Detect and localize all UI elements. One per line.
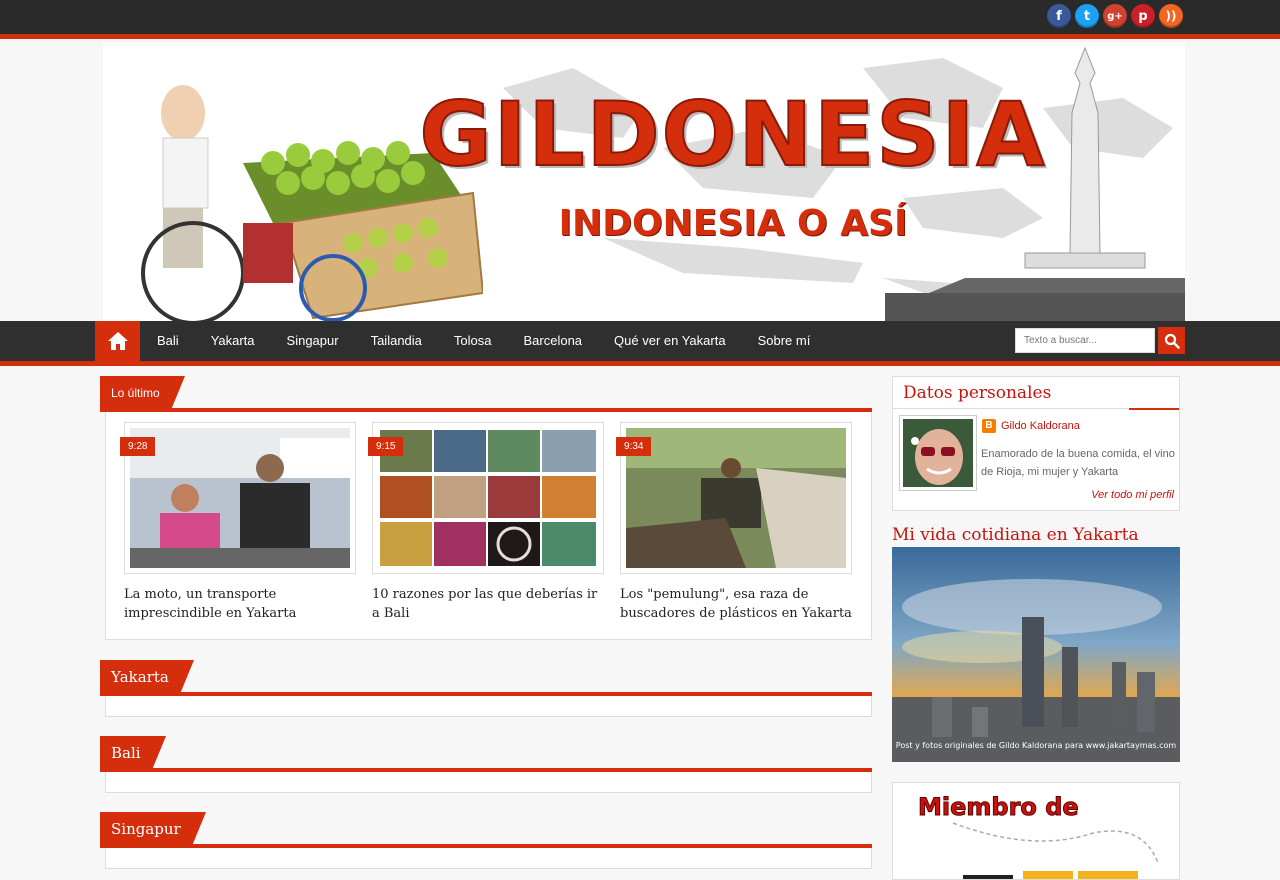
facebook-icon[interactable]: f [1047, 4, 1071, 28]
vida-widget-title: Mi vida cotidiana en Yakarta [892, 525, 1139, 545]
nav-item-sobre-mi[interactable]: Sobre mí [742, 321, 827, 361]
profile-link[interactable]: Ver todo mi perfil [1091, 489, 1174, 501]
post-thumbnail[interactable]: 9:28 [120, 422, 356, 574]
header-banner[interactable]: GILDONESIA INDONESIA O ASÍ [103, 43, 1185, 321]
jakarta-skyline-photo [892, 547, 1180, 762]
nav-item-tolosa[interactable]: Tolosa [438, 321, 508, 361]
yakarta-box [105, 694, 872, 717]
main-nav: Bali Yakarta Singapur Tailandia Tolosa B… [0, 321, 1280, 361]
site-subtitle: INDONESIA O ASÍ [558, 203, 908, 244]
section-title-singapur: Singapur [100, 812, 206, 846]
post-card[interactable]: 9:15 10 razones por las que deberías ir … [368, 422, 604, 623]
post-card[interactable]: 9:28 La moto, un transporte imprescindib… [120, 422, 356, 623]
post-title[interactable]: 10 razones por las que deberías ir a Bal… [372, 585, 604, 623]
section-line [100, 768, 872, 772]
avatar-image [903, 419, 973, 487]
post-time-badge: 9:28 [120, 437, 156, 456]
post-card[interactable]: 9:34 Los "pemulung", esa raza de buscado… [616, 422, 852, 623]
post-title[interactable]: Los "pemulung", esa raza de buscadores d… [620, 585, 852, 623]
search-button[interactable] [1158, 327, 1185, 354]
top-bar: f t g+ p )) [0, 0, 1280, 34]
post-image-pemulung [626, 428, 846, 568]
profile-name[interactable]: Gildo Kaldorana [1001, 420, 1080, 432]
vida-image[interactable]: Post y fotos originales de Gildo Kaldora… [892, 547, 1180, 762]
home-icon [107, 332, 128, 350]
member-badge-text: Miembro de [918, 793, 1080, 822]
nav-item-barcelona[interactable]: Barcelona [507, 321, 598, 361]
nav-item-yakarta[interactable]: Yakarta [195, 321, 271, 361]
section-title-yakarta: Yakarta [100, 660, 194, 694]
section-line [100, 844, 872, 848]
nav-item-que-ver[interactable]: Qué ver en Yakarta [598, 321, 742, 361]
search-input[interactable] [1015, 328, 1155, 353]
rss-icon[interactable]: )) [1159, 4, 1183, 28]
avatar[interactable] [899, 415, 977, 491]
search-icon [1164, 333, 1180, 349]
nav-menu: Bali Yakarta Singapur Tailandia Tolosa B… [141, 321, 826, 361]
social-icons: f t g+ p )) [1047, 4, 1183, 28]
nav-accent-line [0, 361, 1280, 366]
post-time-badge: 9:34 [616, 437, 652, 456]
profile-widget-title: Datos personales [893, 377, 1179, 410]
blogger-icon: B [982, 419, 996, 433]
top-bar-accent-line [0, 34, 1280, 39]
profile-widget: Datos personales B Gildo Kaldorana Enamo… [892, 376, 1180, 511]
post-image-bali-collage [378, 428, 598, 568]
bali-box [105, 770, 872, 793]
post-image-moto [130, 428, 350, 568]
section-title-latest: Lo último [100, 376, 185, 410]
section-line [100, 408, 872, 412]
singapur-box [105, 846, 872, 869]
pinterest-icon[interactable]: p [1131, 4, 1155, 28]
google-plus-icon[interactable]: g+ [1103, 4, 1127, 28]
site-title: GILDONESIA [419, 82, 1047, 187]
home-button[interactable] [95, 321, 140, 361]
post-time-badge: 9:15 [368, 437, 404, 456]
nav-item-bali[interactable]: Bali [141, 321, 195, 361]
post-title[interactable]: La moto, un transporte imprescindible en… [124, 585, 356, 623]
post-thumbnail[interactable]: 9:15 [368, 422, 604, 574]
twitter-icon[interactable]: t [1075, 4, 1099, 28]
profile-description: Enamorado de la buena comida, el vino de… [981, 448, 1175, 478]
member-widget[interactable]: Miembro de [892, 782, 1180, 880]
vida-caption: Post y fotos originales de Gildo Kaldora… [895, 741, 1177, 750]
nav-item-singapur[interactable]: Singapur [271, 321, 355, 361]
post-thumbnail[interactable]: 9:34 [616, 422, 852, 574]
section-title-bali: Bali [100, 736, 166, 770]
section-line [100, 692, 872, 696]
nav-item-tailandia[interactable]: Tailandia [355, 321, 438, 361]
